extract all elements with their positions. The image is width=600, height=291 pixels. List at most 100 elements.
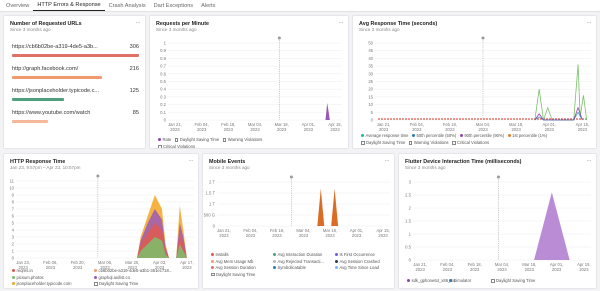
more-icon[interactable]: ··· bbox=[136, 20, 141, 26]
legend-label: cb6b02be-a319-4de5-a3b1-361ec718... bbox=[98, 268, 173, 273]
legend-item[interactable]: jsonplaceholder.typicode.com bbox=[12, 281, 71, 286]
x-tick-label: Mar 18, 2023 bbox=[323, 228, 337, 238]
x-tick-label: Apr 15, 2023 bbox=[328, 122, 342, 132]
url-count-bar bbox=[12, 76, 103, 79]
y-tick-label: 500 G bbox=[204, 213, 215, 218]
legend-label: Average response time bbox=[365, 133, 409, 138]
legend-item[interactable]: Simulator bbox=[449, 278, 471, 283]
legend-item[interactable]: sdk_gphone64_x86_64 bbox=[407, 278, 455, 283]
url-label: https://jsonplaceholder.typicode.c... bbox=[12, 88, 100, 94]
legend-item[interactable]: Avg Time Since Load bbox=[335, 265, 379, 270]
legend-item[interactable]: Avg Interaction Duration bbox=[273, 252, 322, 257]
url-list-item[interactable]: http://graph.facebook.com/216 bbox=[12, 66, 139, 88]
dst-marker-dot[interactable] bbox=[277, 36, 281, 40]
url-list-item[interactable]: https://cb6b02be-a319-4de5-a3b... 306 bbox=[12, 44, 139, 66]
y-tick-label: 0.9 bbox=[160, 48, 166, 53]
x-tick-label: Apr 15, 2023 bbox=[376, 228, 390, 238]
legend-item[interactable]: Daylight Saving Time bbox=[211, 272, 255, 277]
x-tick-label: Feb 04, 2023 bbox=[440, 262, 454, 272]
legend-label: Avg Session Crashed bbox=[339, 258, 380, 264]
y-tick-label: 1 bbox=[164, 41, 167, 46]
legend-item[interactable]: Symbolicatable bbox=[273, 265, 306, 270]
rate-area[interactable] bbox=[325, 103, 330, 120]
legend-label: Daylight Saving Time bbox=[366, 140, 406, 145]
legend-item[interactable]: Daylight Saving Time bbox=[491, 278, 535, 283]
dst-marker-dot[interactable] bbox=[481, 36, 485, 40]
card-requests-per-minute: Requests per Minute Since 3 months ago ·… bbox=[149, 15, 349, 149]
x-tick-label: Feb 06, 2023 bbox=[43, 260, 57, 270]
legend-label: Is First Occurrence bbox=[339, 252, 375, 257]
y-tick-label: 0.8 bbox=[160, 56, 166, 61]
y-tick-label: 3 bbox=[12, 235, 15, 240]
y-tick-label: 1 bbox=[12, 249, 15, 254]
rpm-chart: 1 0.9 0.8 0.7 0.6 0.5 0.4 0.3 0.2 0.1 0Jan 21, 2023… bbox=[160, 36, 342, 132]
y-tick-label: 35 bbox=[368, 64, 373, 69]
legend-item[interactable]: Installs bbox=[211, 252, 229, 257]
legend-label: Avg Time Since Load bbox=[339, 265, 380, 270]
legend-item[interactable]: picsum.photos bbox=[12, 275, 44, 280]
legend-item[interactable]: graphql.anilist.co bbox=[94, 275, 130, 280]
x-tick-label: Feb 04, 2023 bbox=[195, 122, 209, 132]
legend-item[interactable]: Avg Session Crashed bbox=[335, 259, 380, 264]
y-tick-label: 5 bbox=[371, 110, 374, 115]
card-avg-response-time: Avg Response Time (seconds) Since 3 mont… bbox=[352, 15, 597, 149]
legend-label: Daylight Saving Time bbox=[99, 281, 139, 286]
legend-item[interactable]: Avg Session Duration bbox=[211, 265, 256, 270]
y-tick-label: 8 bbox=[12, 200, 15, 205]
y-tick-label: 1.5 T bbox=[206, 191, 216, 196]
x-tick-label: Mar 18, 2023 bbox=[275, 122, 289, 132]
x-tick-label: Feb 20, 2023 bbox=[71, 260, 85, 270]
y-tick-label: 2 bbox=[409, 206, 412, 211]
tab-dart-exceptions[interactable]: Dart Exceptions bbox=[150, 3, 197, 11]
legend-label: 50th percentile (50%) bbox=[416, 133, 457, 138]
dst-marker-dot[interactable] bbox=[496, 175, 500, 179]
dst-marker-dot[interactable] bbox=[96, 174, 100, 178]
legend-label: Daylight Saving Time bbox=[496, 278, 536, 283]
tab-overview[interactable]: Overview bbox=[2, 3, 33, 11]
mem-usage-spike[interactable] bbox=[317, 188, 325, 226]
y-tick-label: 2 T bbox=[209, 180, 215, 185]
y-tick-label: 0.5 bbox=[405, 245, 411, 250]
avg-rt-chart: 50454035302520151050Jan 21, 2023Feb 04, 20… bbox=[368, 36, 591, 132]
y-tick-label: 0.7 bbox=[160, 64, 166, 69]
card-mobile-events: Mobile Events Since 3 months ago ··· 2 T… bbox=[202, 153, 395, 289]
x-tick-label: Apr 01, 2023 bbox=[542, 122, 556, 132]
legend-label: Daylight Saving Time bbox=[179, 137, 220, 142]
mem-usage-spike[interactable] bbox=[331, 188, 339, 226]
y-tick-label: 2 bbox=[12, 242, 15, 247]
url-list-item[interactable]: https://jsonplaceholder.typicode.c... 125 bbox=[12, 88, 139, 110]
legend-label: Installs bbox=[215, 252, 229, 257]
legend-item[interactable]: Avg Rejected Transacti... bbox=[273, 259, 324, 264]
tab-crash-analysis[interactable]: Crash Analysis bbox=[105, 3, 150, 11]
y-tick-label: 0.2 bbox=[160, 102, 166, 107]
url-list-item[interactable]: https://www.youtube.com/watch 85 bbox=[12, 110, 139, 132]
legend-label: graphql.anilist.co bbox=[98, 274, 130, 280]
url-count-bar bbox=[12, 98, 65, 101]
x-tick-label: Jan 21, 2023 bbox=[413, 262, 427, 272]
legend-label: Avg Rejected Transacti... bbox=[277, 258, 324, 264]
legend-item[interactable]: cb6b02be-a319-4de5-a3b1-361ec718... bbox=[94, 268, 172, 273]
url-count: 306 bbox=[129, 44, 139, 50]
legend-item[interactable]: Is First Occurrence bbox=[335, 252, 375, 257]
legend-label: Avg Interaction Duration bbox=[277, 252, 323, 257]
rpm-legend: Rate Daylight Saving Time Warning Violat… bbox=[158, 137, 262, 142]
x-tick-label: Apr 01, 2023 bbox=[302, 122, 316, 132]
sdk-gphone-area[interactable] bbox=[534, 192, 570, 260]
x-tick-label: Apr 01, 2023 bbox=[350, 228, 364, 238]
y-tick-label: 50 bbox=[368, 41, 373, 46]
legend-item[interactable]: Daylight Saving Time bbox=[94, 281, 138, 286]
tab-alerts[interactable]: Alerts bbox=[197, 3, 219, 11]
legend-label: jsonplaceholder.typicode.com bbox=[16, 281, 72, 286]
y-tick-label: 45 bbox=[368, 48, 373, 53]
legend-item[interactable]: Avg Mem Usage Mb bbox=[211, 259, 253, 264]
x-tick-label: Mar 04, 2023 bbox=[476, 122, 490, 132]
dst-marker-dot[interactable] bbox=[289, 175, 293, 179]
x-tick-label: Mar 18, 2023 bbox=[509, 122, 523, 132]
y-tick-label: 0 bbox=[213, 224, 216, 229]
card-http-response-time: HTTP Response Time Jan 23, 9:57pm – Apr … bbox=[3, 153, 199, 289]
legend-item[interactable]: reqres.in bbox=[12, 268, 33, 273]
flutter-it-chart: 3 2.5 2 1.5 1 0.5 0Jan 21, 2023 Feb 04, 2023 Feb 1… bbox=[405, 175, 591, 272]
tab-http-errors-response[interactable]: HTTP Errors & Response bbox=[33, 2, 105, 11]
avg-response-series[interactable] bbox=[534, 64, 588, 121]
url-count-bar bbox=[12, 54, 139, 57]
